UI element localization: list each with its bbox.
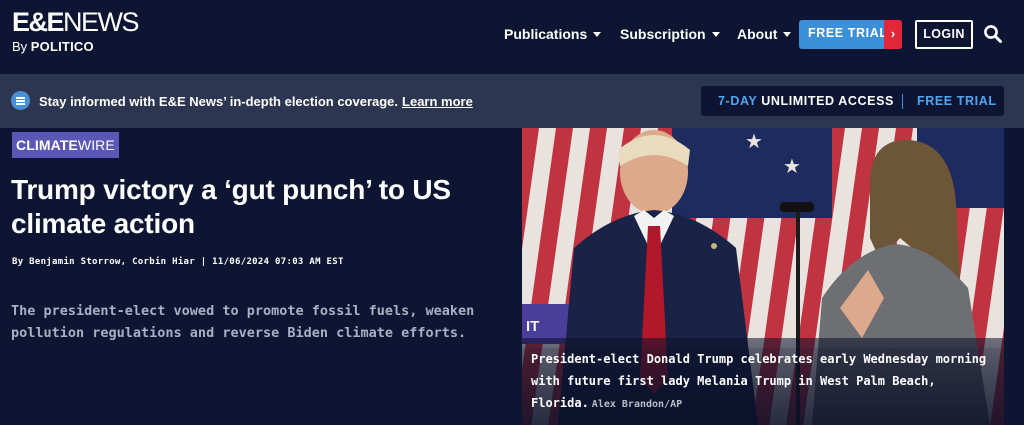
- login-button[interactable]: LOGIN: [915, 20, 973, 49]
- chevron-down-icon: [593, 32, 602, 37]
- svg-text:★: ★: [783, 154, 801, 178]
- tag-light: WIRE: [77, 137, 115, 153]
- unlimited-access-label[interactable]: 7-DAY UNLIMITED ACCESS: [718, 94, 894, 108]
- photo-sign-text: IT: [526, 318, 539, 335]
- logo-by: By: [12, 39, 28, 54]
- site-header: E&ENEWS By POLITICO Publications Subscri…: [0, 0, 1024, 74]
- nav-subscription[interactable]: Subscription: [620, 24, 720, 44]
- nav-subscription-label: Subscription: [620, 26, 706, 42]
- banner-text: Stay informed with E&E News’ in-depth el…: [39, 94, 399, 109]
- free-trial-button[interactable]: FREE TRIAL ›: [799, 20, 902, 49]
- divider: [902, 94, 903, 109]
- climatewire-tag[interactable]: CLIMATEWIRE: [12, 132, 119, 158]
- logo-ee: E&E: [12, 7, 65, 37]
- logo-politico: POLITICO: [30, 39, 94, 54]
- photo-caption: President-elect Donald Trump celebrates …: [531, 348, 1001, 416]
- article-byline: By Benjamin Storrow, Corbin Hiar | 11/06…: [12, 257, 344, 267]
- nav-publications-label: Publications: [504, 26, 588, 42]
- access-free-trial-link[interactable]: FREE TRIAL: [917, 94, 997, 108]
- logo-news: NEWS: [63, 7, 140, 37]
- free-trial-label: FREE TRIAL: [808, 26, 888, 40]
- election-banner: Stay informed with E&E News’ in-depth el…: [0, 74, 1024, 128]
- access-offer[interactable]: 7-DAY UNLIMITED ACCESS FREE TRIAL: [701, 86, 1004, 116]
- chevron-right-icon: ›: [884, 20, 902, 49]
- photo-credit: Alex Brandon/AP: [591, 399, 683, 410]
- access-days: 7-DAY: [718, 94, 758, 108]
- chevron-down-icon: [783, 32, 792, 37]
- chat-bubble-icon: [11, 91, 30, 110]
- nav-about-label: About: [737, 26, 778, 42]
- chevron-down-icon: [711, 32, 720, 37]
- article-dek: The president-elect vowed to promote fos…: [11, 303, 475, 341]
- nav-about[interactable]: About: [737, 24, 792, 44]
- search-icon[interactable]: [983, 24, 1003, 44]
- banner-message: Stay informed with E&E News’ in-depth el…: [39, 94, 473, 109]
- svg-text:★: ★: [745, 129, 763, 153]
- site-logo[interactable]: E&ENEWS By POLITICO: [12, 7, 140, 55]
- access-rest: UNLIMITED ACCESS: [757, 94, 894, 108]
- tag-bold: CLIMATE: [16, 137, 78, 153]
- nav-publications[interactable]: Publications: [504, 24, 602, 44]
- learn-more-link[interactable]: Learn more: [402, 94, 473, 109]
- article-headline: Trump victory a ‘gut punch’ to US climat…: [11, 174, 451, 239]
- hero-photo: ★ ★ IT President-elect Donald Trump cele…: [522, 128, 1004, 425]
